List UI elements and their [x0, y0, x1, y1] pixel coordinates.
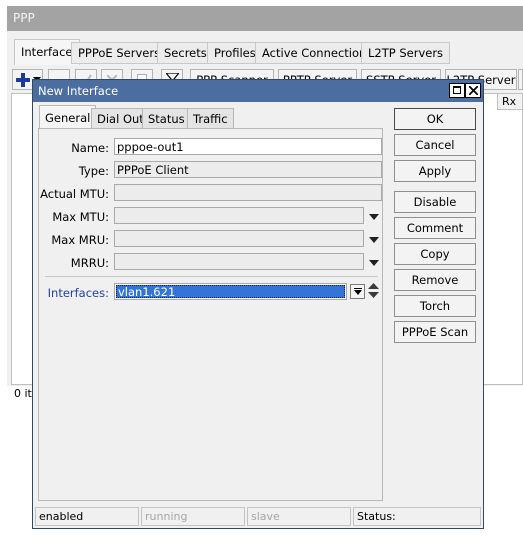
cancel-button[interactable]: Cancel: [394, 134, 476, 156]
interfaces-dropdown-button[interactable]: [350, 284, 365, 299]
max-mtu-input[interactable]: [114, 207, 364, 224]
type-field: PPPoE Client: [114, 161, 382, 178]
ppp-titlebar[interactable]: PPP: [7, 6, 523, 31]
tab-l2tp-servers[interactable]: L2TP Servers: [361, 42, 451, 64]
apply-button[interactable]: Apply: [394, 160, 476, 182]
tab-traffic[interactable]: Traffic: [187, 108, 234, 129]
status-text: Status:: [353, 507, 481, 526]
plus-icon: [16, 73, 30, 87]
tab-status[interactable]: Status: [142, 108, 191, 129]
interfaces-label[interactable]: Interfaces:: [39, 286, 109, 300]
running-status: running: [141, 507, 245, 526]
tab-pppoe-servers[interactable]: PPPoE Servers: [71, 42, 168, 64]
dropdown-arrow-icon: [354, 288, 362, 295]
max-mru-dropdown-icon[interactable]: [369, 237, 379, 243]
enabled-status: enabled: [35, 507, 139, 526]
dialog-status-bar: enabled running slave Status:: [33, 504, 483, 528]
mrru-label: MRRU:: [70, 256, 109, 270]
new-interface-dialog: New Interface General Dial Out Status Tr…: [32, 79, 484, 529]
column-header-rx[interactable]: Rx: [497, 93, 523, 110]
actual-mtu-label: Actual MTU:: [40, 187, 109, 201]
mrru-input[interactable]: [114, 253, 364, 270]
torch-button[interactable]: Torch: [394, 295, 476, 317]
interfaces-selected-value: vlan1.621: [116, 285, 345, 298]
type-label: Type:: [78, 164, 109, 178]
tab-secrets[interactable]: Secrets: [157, 42, 214, 64]
dialog-title: New Interface: [38, 84, 119, 98]
copy-button[interactable]: Copy: [394, 243, 476, 265]
ok-button[interactable]: OK: [394, 108, 476, 130]
name-input[interactable]: pppoe-out1: [114, 138, 382, 155]
add-remove-interface-icon[interactable]: [368, 283, 379, 299]
tab-general[interactable]: General: [39, 105, 97, 129]
close-icon: [469, 86, 478, 95]
mrru-dropdown-icon[interactable]: [369, 260, 379, 266]
max-mtu-label: Max MTU:: [52, 210, 109, 224]
slave-status: slave: [247, 507, 351, 526]
close-button[interactable]: [465, 83, 481, 98]
dialog-titlebar[interactable]: New Interface: [33, 80, 483, 102]
comment-button[interactable]: Comment: [394, 217, 476, 239]
ppp-window-title: PPP: [13, 11, 35, 25]
max-mtu-dropdown-icon[interactable]: [369, 214, 379, 220]
pppoe-scan-button[interactable]: PPPoE Scan: [394, 321, 476, 343]
maximize-icon: [453, 86, 461, 94]
maximize-button[interactable]: [449, 83, 465, 98]
section-divider: [45, 276, 378, 277]
tab-interface[interactable]: Interface: [14, 39, 80, 65]
general-form: Name: pppoe-out1 Type: PPPoE Client Actu…: [38, 128, 383, 501]
max-mru-label: Max MRU:: [51, 233, 109, 247]
max-mru-input[interactable]: [114, 230, 364, 247]
tab-dial-out[interactable]: Dial Out: [91, 108, 150, 129]
disable-button[interactable]: Disable: [394, 191, 476, 213]
interfaces-select[interactable]: vlan1.621: [114, 283, 347, 300]
remove-button[interactable]: Remove: [394, 269, 476, 291]
name-label: Name:: [71, 141, 109, 155]
actual-mtu-field: [114, 184, 382, 201]
toolbar-overflow[interactable]: [518, 69, 523, 90]
